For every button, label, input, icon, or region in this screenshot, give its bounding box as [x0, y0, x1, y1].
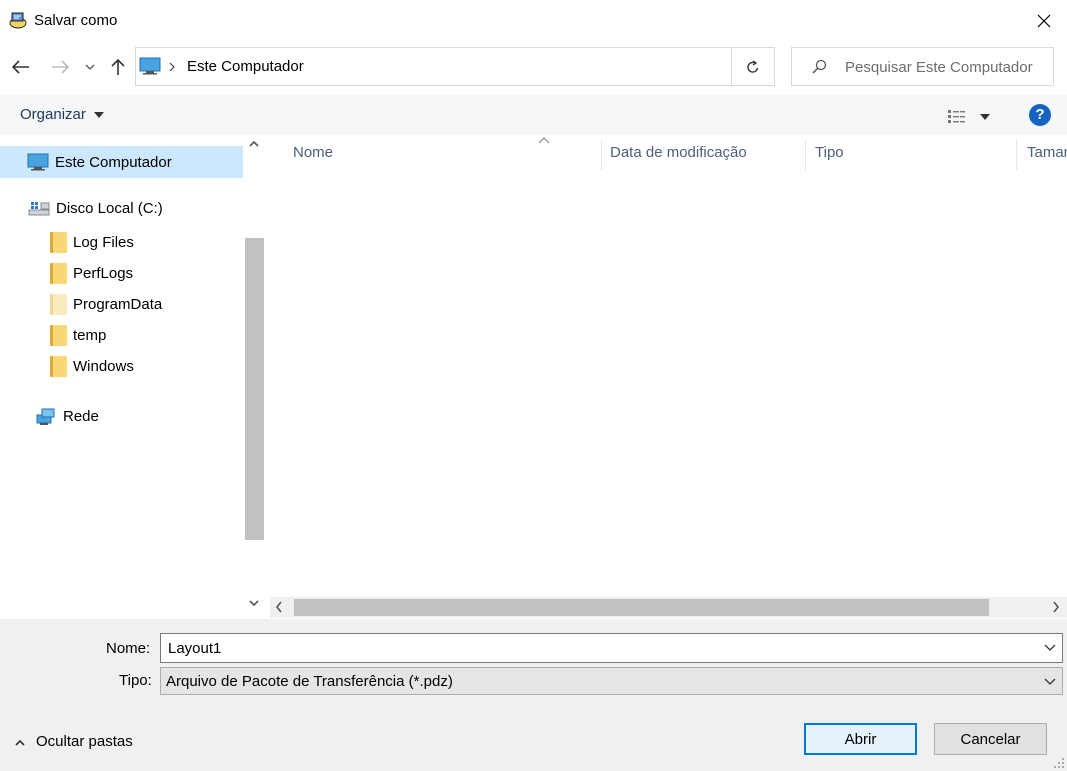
nav-item-label: ProgramData [73, 295, 163, 313]
file-name-label: Nome: [106, 640, 151, 657]
refresh-icon [747, 59, 759, 73]
column-divider [601, 140, 602, 170]
refresh-button[interactable] [732, 47, 775, 86]
folder-icon [50, 293, 67, 315]
nav-item-label: Este Computador [55, 153, 172, 171]
nav-item-label: Log Files [73, 233, 134, 251]
save-options-footer: Nome: Layout1 Tipo: Arquivo de Pacote de… [0, 619, 1067, 771]
cancel-button[interactable]: Cancelar [934, 723, 1047, 755]
organize-caret-icon [94, 112, 104, 118]
search-box[interactable]: Pesquisar Este Computador [791, 47, 1054, 86]
recent-locations-button[interactable] [81, 54, 99, 80]
file-list[interactable]: Nome Data de modificação Tipo Taman [270, 136, 1067, 619]
column-header-data[interactable]: Data de modificação [610, 144, 747, 161]
horizontal-scrollbar[interactable] [270, 597, 1067, 618]
title-bar: Salvar como [0, 0, 1067, 42]
nav-scrollbar[interactable] [243, 136, 265, 619]
column-header-nome[interactable]: Nome [293, 144, 333, 161]
hide-folders-label: Ocultar pastas [36, 733, 133, 750]
chevron-down-icon[interactable] [1044, 641, 1056, 653]
nav-item-label: PerfLogs [73, 264, 134, 282]
open-button[interactable]: Abrir [804, 723, 917, 755]
close-icon [1037, 14, 1051, 28]
navigation-pane: Este Computador Disco Local (C:) Log Fil… [0, 136, 265, 619]
file-type-label: Tipo: [119, 672, 152, 689]
folder-icon [50, 262, 67, 284]
nav-item-log-files[interactable]: Log Files [50, 226, 134, 258]
scroll-thumb[interactable] [245, 238, 264, 540]
arrow-up-icon [111, 58, 125, 75]
chevron-up-icon [15, 739, 25, 746]
chevron-down-icon [1044, 678, 1056, 685]
back-button[interactable] [10, 54, 32, 80]
chevron-left-icon[interactable] [274, 599, 284, 615]
close-button[interactable] [1021, 0, 1067, 42]
nav-item-perflogs[interactable]: PerfLogs [50, 257, 133, 289]
nav-item-windows[interactable]: Windows [50, 350, 134, 382]
file-name-field[interactable]: Layout1 [160, 633, 1063, 663]
folder-icon [50, 355, 67, 377]
chevron-up-icon [249, 140, 259, 147]
nav-item-disco-local[interactable]: Disco Local (C:) [28, 192, 163, 224]
help-button[interactable]: ? [1029, 104, 1051, 126]
details-view-icon [948, 110, 965, 123]
arrow-left-icon [12, 60, 29, 74]
up-button[interactable] [107, 54, 129, 80]
arrow-right-icon [52, 60, 69, 74]
chevron-right-icon[interactable] [1051, 599, 1061, 615]
nav-item-este-computador[interactable]: Este Computador [0, 146, 243, 178]
nav-item-temp[interactable]: temp [50, 319, 106, 351]
folder-icon [50, 324, 67, 346]
organize-button[interactable]: Organizar [20, 106, 86, 123]
column-header-tamanho[interactable]: Taman [1027, 144, 1067, 161]
command-toolbar: Organizar [0, 95, 1067, 135]
nav-item-label: Windows [73, 357, 134, 375]
drive-icon [28, 202, 50, 216]
sort-ascending-icon [538, 137, 550, 144]
nav-item-rede[interactable]: Rede [35, 400, 99, 432]
chevron-down-icon [85, 64, 95, 70]
nav-item-label: temp [73, 326, 107, 344]
column-header-tipo[interactable]: Tipo [815, 144, 844, 161]
view-options-button[interactable] [946, 108, 996, 126]
forward-button[interactable] [49, 54, 71, 80]
nav-item-programdata[interactable]: ProgramData [50, 288, 162, 320]
file-type-value: Arquivo de Pacote de Transferência (*.pd… [166, 673, 453, 690]
hide-folders-button[interactable]: Ocultar pastas [14, 733, 133, 750]
resize-grip-icon[interactable] [1053, 757, 1065, 769]
file-name-input[interactable]: Layout1 [168, 640, 221, 657]
scroll-up-button[interactable] [243, 140, 265, 156]
folder-icon [50, 231, 67, 253]
column-divider [1016, 140, 1017, 170]
scroll-down-button[interactable] [243, 599, 265, 615]
search-icon [812, 59, 827, 74]
scroll-thumb[interactable] [294, 599, 989, 616]
computer-icon [139, 57, 161, 75]
address-bar[interactable]: Este Computador [135, 47, 854, 86]
nav-item-label: Disco Local (C:) [56, 199, 163, 217]
breadcrumb-chevron-icon [169, 62, 175, 72]
window-title: Salvar como [34, 12, 118, 29]
caret-down-icon [980, 114, 990, 120]
chevron-down-icon [249, 600, 259, 607]
nav-item-label: Rede [63, 407, 99, 425]
computer-icon [27, 153, 49, 171]
breadcrumb-este-computador[interactable]: Este Computador [187, 58, 304, 75]
save-app-icon [9, 12, 27, 29]
network-icon [36, 408, 55, 425]
column-divider [805, 140, 806, 170]
file-type-select[interactable]: Arquivo de Pacote de Transferência (*.pd… [160, 667, 1063, 695]
search-input[interactable]: Pesquisar Este Computador [845, 59, 1033, 76]
